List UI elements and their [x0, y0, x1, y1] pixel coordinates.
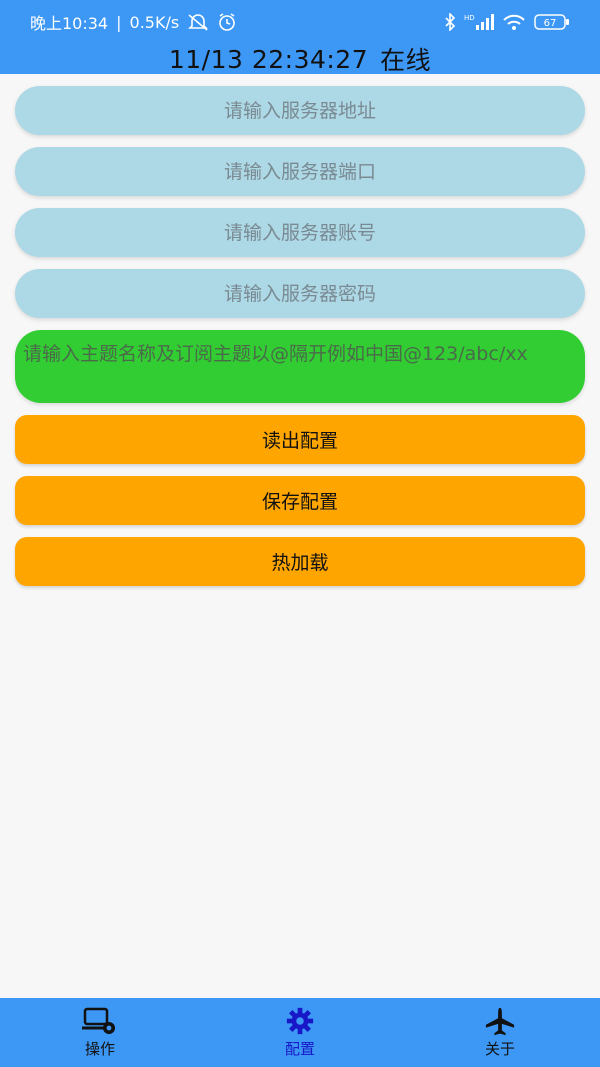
save-config-label: 保存配置	[261, 491, 338, 513]
alarm-icon	[217, 12, 237, 32]
nav-label-operation: 操作	[84, 1040, 115, 1058]
wifi-icon	[502, 13, 526, 31]
read-config-button[interactable]: 读出配置	[15, 415, 585, 464]
topic-input[interactable]	[15, 330, 585, 403]
server-password-input[interactable]	[15, 269, 585, 318]
nav-item-about[interactable]: 关于	[400, 998, 600, 1067]
nav-item-config[interactable]: 配置	[200, 998, 400, 1067]
battery-icon: 67	[534, 13, 570, 31]
mute-icon	[187, 13, 209, 31]
bottom-nav: 操作 配置 关于	[0, 998, 600, 1067]
status-speed: 0.5K/s	[129, 12, 180, 32]
battery-level: 67	[544, 18, 557, 29]
hot-reload-button[interactable]: 热加载	[15, 537, 585, 586]
read-config-label: 读出配置	[261, 430, 338, 452]
status-bar: 晚上10:34 | 0.5K/s HD 67	[0, 0, 600, 44]
status-time: 晚上10:34	[30, 14, 109, 33]
laptop-gear-icon	[81, 1006, 119, 1038]
status-left: 晚上10:34 | 0.5K/s	[30, 10, 237, 34]
header: 11/13 22:34:27 在线	[0, 44, 600, 75]
nav-label-about: 关于	[484, 1040, 515, 1058]
status-right: HD 67	[444, 13, 570, 31]
nav-label-config: 配置	[284, 1040, 315, 1058]
nav-item-operation[interactable]: 操作	[0, 998, 200, 1067]
header-datetime: 11/13 22:34:27	[168, 44, 369, 74]
connection-status: 在线	[380, 46, 432, 75]
server-port-input[interactable]	[15, 147, 585, 196]
server-account-input[interactable]	[15, 208, 585, 257]
bluetooth-icon	[444, 13, 456, 31]
airplane-icon	[482, 1006, 518, 1038]
server-address-input[interactable]	[15, 86, 585, 135]
hot-reload-label: 热加载	[271, 552, 329, 574]
hd-signal-icon: HD	[464, 13, 494, 31]
status-separator: |	[116, 12, 122, 32]
svg-text:HD: HD	[464, 14, 475, 22]
config-form: 读出配置 保存配置 热加载	[15, 86, 585, 598]
save-config-button[interactable]: 保存配置	[15, 476, 585, 525]
gear-icon	[284, 1006, 316, 1038]
